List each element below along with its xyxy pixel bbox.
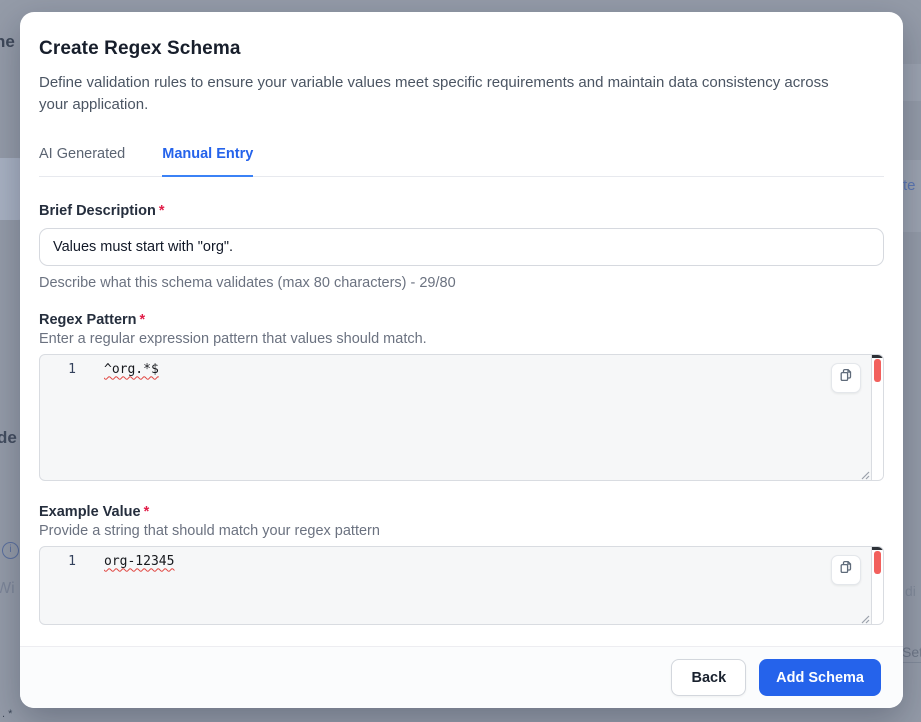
- backdrop-text-fragment: de: [0, 428, 17, 448]
- code-line: 1 ^org.*$: [40, 355, 883, 377]
- scrollbar-error-marker: [874, 359, 881, 382]
- brief-description-helper: Describe what this schema validates (max…: [39, 275, 884, 291]
- scrollbar-error-marker: [874, 551, 881, 574]
- example-value-code[interactable]: org-12345: [96, 554, 174, 569]
- backdrop-link-fragment: te: [903, 177, 916, 194]
- required-asterisk: *: [144, 504, 150, 520]
- required-asterisk: *: [140, 312, 146, 328]
- regex-pattern-code[interactable]: ^org.*$: [96, 362, 159, 377]
- example-value-helper: Provide a string that should match your …: [39, 523, 884, 539]
- create-regex-schema-dialog: Create Regex Schema Define validation ru…: [20, 12, 903, 708]
- back-button[interactable]: Back: [671, 659, 746, 696]
- backdrop-divider-fragment: [902, 662, 921, 663]
- backdrop-text-fragment: Wi: [0, 580, 15, 598]
- dialog-footer: Back Add Schema: [20, 646, 903, 708]
- copy-icon: [838, 367, 854, 388]
- backdrop-band: [903, 64, 921, 101]
- add-schema-button[interactable]: Add Schema: [759, 659, 881, 696]
- backdrop-band: [903, 160, 921, 232]
- backdrop-text-fragment: . *: [2, 708, 12, 720]
- scrollbar-top-marker: [872, 547, 883, 550]
- resize-handle-icon[interactable]: [858, 611, 870, 623]
- scrollbar-top-marker: [872, 355, 883, 358]
- copy-button[interactable]: [831, 555, 861, 585]
- backdrop-text-fragment: di: [905, 583, 916, 599]
- example-value-label: Example Value*: [39, 504, 884, 520]
- dialog-title: Create Regex Schema: [39, 38, 884, 60]
- copy-button[interactable]: [831, 363, 861, 393]
- tab-ai-generated[interactable]: AI Generated: [39, 140, 125, 176]
- tab-manual-entry[interactable]: Manual Entry: [162, 140, 253, 177]
- tab-bar: AI Generated Manual Entry: [39, 140, 884, 177]
- backdrop-text-fragment: ne: [0, 32, 15, 52]
- brief-description-label: Brief Description*: [39, 203, 884, 219]
- regex-pattern-helper: Enter a regular expression pattern that …: [39, 331, 884, 347]
- backdrop-info-badge: i: [2, 542, 19, 559]
- line-number: 1: [40, 554, 96, 569]
- editor-scrollbar[interactable]: [871, 547, 883, 624]
- code-line: 1 org-12345: [40, 547, 883, 569]
- copy-icon: [838, 559, 854, 580]
- resize-handle-icon[interactable]: [858, 467, 870, 479]
- regex-pattern-label: Regex Pattern*: [39, 312, 884, 328]
- regex-pattern-editor[interactable]: 1 ^org.*$: [39, 354, 884, 481]
- example-value-editor[interactable]: 1 org-12345: [39, 546, 884, 625]
- screen: ne te de i Wi di Set . * Create Regex Sc…: [0, 0, 921, 722]
- brief-description-input[interactable]: [39, 228, 884, 266]
- backdrop-text-fragment: Set: [902, 644, 921, 660]
- line-number: 1: [40, 362, 96, 377]
- editor-scrollbar[interactable]: [871, 355, 883, 480]
- required-asterisk: *: [159, 203, 165, 219]
- dialog-description: Define validation rules to ensure your v…: [39, 72, 849, 116]
